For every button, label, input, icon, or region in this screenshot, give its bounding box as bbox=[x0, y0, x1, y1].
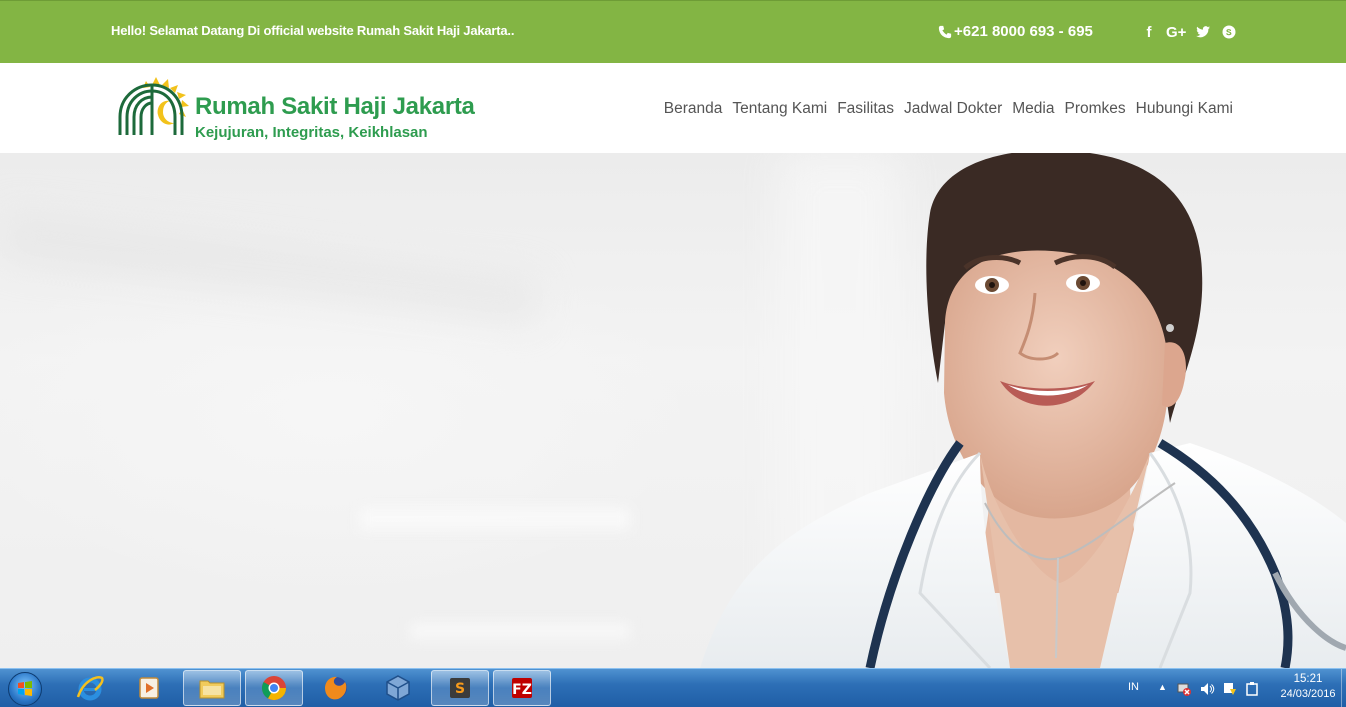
taskbar-chrome[interactable] bbox=[245, 670, 303, 706]
system-tray: IN ▲ 15:21 24/03/2016 bbox=[1116, 669, 1346, 707]
nav-promkes[interactable]: Promkes bbox=[1064, 100, 1125, 118]
hero-banner bbox=[0, 153, 1346, 668]
media-player-icon bbox=[139, 677, 159, 699]
taskbar-media-player[interactable] bbox=[120, 670, 178, 706]
doctor-hero-image bbox=[700, 153, 1346, 668]
skype-icon[interactable] bbox=[1220, 22, 1238, 42]
network-error-icon[interactable] bbox=[1176, 681, 1192, 697]
nav-hubungi-kami[interactable]: Hubungi Kami bbox=[1136, 100, 1233, 118]
taskbar-filezilla[interactable]: FZ bbox=[493, 670, 551, 706]
nav-tentang-kami[interactable]: Tentang Kami bbox=[732, 100, 827, 118]
phone-text: +621 8000 693 - 695 bbox=[954, 23, 1093, 40]
virtualbox-icon bbox=[386, 675, 410, 701]
phone-number[interactable]: +621 8000 693 - 695 bbox=[938, 23, 1093, 40]
taskbar-file-explorer[interactable] bbox=[183, 670, 241, 706]
background-blur bbox=[0, 210, 542, 326]
logo-title: Rumah Sakit Haji Jakarta bbox=[195, 93, 475, 120]
nav-media[interactable]: Media bbox=[1012, 100, 1054, 118]
google-plus-icon[interactable]: G+ bbox=[1166, 22, 1186, 42]
svg-text:FZ: FZ bbox=[512, 682, 532, 698]
show-desktop-button[interactable] bbox=[1341, 669, 1346, 707]
clock-time: 15:21 bbox=[1293, 673, 1323, 685]
windows-taskbar: S FZ IN ▲ 15:21 24/03/2016 bbox=[0, 668, 1346, 707]
phone-icon bbox=[938, 25, 952, 38]
site-header: Rumah Sakit Haji Jakarta Kejujuran, Inte… bbox=[0, 63, 1346, 153]
social-links: f G+ bbox=[1140, 22, 1238, 42]
system-clock[interactable]: 15:21 24/03/2016 bbox=[1276, 673, 1340, 700]
clock-date: 24/03/2016 bbox=[1280, 688, 1336, 700]
hospital-logo-icon bbox=[118, 77, 189, 135]
volume-icon[interactable] bbox=[1199, 681, 1215, 697]
folder-icon bbox=[199, 680, 225, 699]
facebook-icon[interactable]: f bbox=[1140, 22, 1158, 42]
welcome-text: Hello! Selamat Datang Di official websit… bbox=[111, 23, 515, 38]
taskbar-internet-explorer[interactable] bbox=[61, 670, 119, 706]
background-blur bbox=[410, 623, 630, 639]
site-logo[interactable]: Rumah Sakit Haji Jakarta Kejujuran, Inte… bbox=[116, 73, 476, 143]
power-icon[interactable] bbox=[1244, 681, 1260, 697]
filezilla-icon: FZ bbox=[512, 678, 532, 698]
taskbar-virtualbox[interactable] bbox=[369, 670, 427, 706]
start-button[interactable] bbox=[8, 672, 42, 706]
nav-beranda[interactable]: Beranda bbox=[664, 100, 723, 118]
top-info-bar: Hello! Selamat Datang Di official websit… bbox=[0, 0, 1346, 63]
nav-fasilitas[interactable]: Fasilitas bbox=[837, 100, 894, 118]
action-center-icon[interactable] bbox=[1222, 681, 1238, 697]
nav-jadwal-dokter[interactable]: Jadwal Dokter bbox=[904, 100, 1002, 118]
main-navigation: Beranda Tentang Kami Fasilitas Jadwal Do… bbox=[664, 100, 1233, 118]
taskbar-firefox[interactable] bbox=[307, 670, 365, 706]
svg-text:S: S bbox=[455, 681, 465, 697]
chrome-icon bbox=[261, 676, 286, 701]
windows-logo-icon bbox=[18, 681, 32, 696]
firefox-icon bbox=[325, 676, 347, 700]
show-hidden-icons-button[interactable]: ▲ bbox=[1158, 682, 1167, 692]
twitter-icon[interactable] bbox=[1194, 22, 1212, 42]
language-indicator[interactable]: IN bbox=[1128, 681, 1139, 693]
sublime-text-icon: S bbox=[450, 678, 470, 698]
internet-explorer-icon bbox=[76, 676, 104, 701]
background-blur bbox=[360, 508, 630, 530]
logo-tagline: Kejujuran, Integritas, Keikhlasan bbox=[195, 124, 428, 141]
taskbar-sublime-text[interactable]: S bbox=[431, 670, 489, 706]
